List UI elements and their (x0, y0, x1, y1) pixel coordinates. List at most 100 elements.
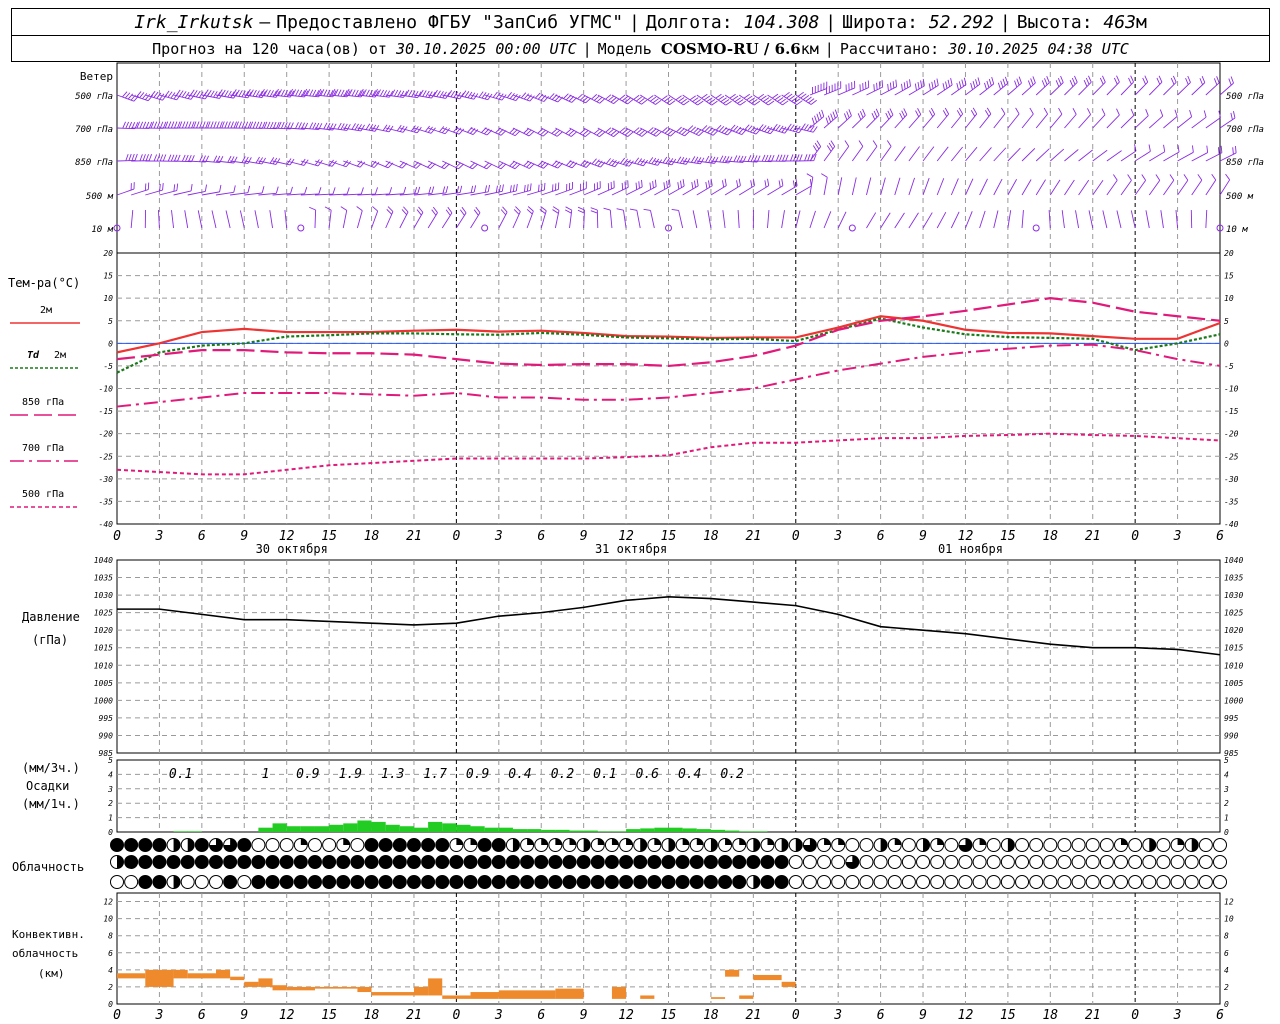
wind-barb (184, 210, 189, 229)
wind-barb-feather (1057, 78, 1062, 85)
cloud-cover-symbol (534, 875, 549, 889)
wind-barb-feather (167, 91, 173, 98)
wind-barb-staff (993, 210, 999, 229)
cloud-cover-symbol (1057, 875, 1072, 889)
cloud-cover-symbol (887, 855, 902, 869)
wind-barb-feather (318, 187, 322, 195)
cloud-cover-symbol (972, 838, 987, 852)
cloud-cover-circle (802, 875, 817, 889)
temperature-ytick-left: 15 (103, 272, 113, 281)
cloud-cover-circle (1198, 875, 1213, 889)
wind-barb-feather (661, 95, 668, 101)
precipitation-ytick-right: 3 (1223, 785, 1229, 794)
cloud-cover-symbol (223, 855, 238, 869)
wind-barb-feather (337, 122, 342, 130)
wind-barb-feather (1032, 76, 1036, 84)
wind-barb-feather (950, 78, 953, 86)
wind-barb-feather (778, 180, 781, 188)
pressure-ytick-right: 1020 (1224, 626, 1243, 635)
cloud-cover-symbol (491, 838, 506, 852)
convective-xtick: 6 (537, 1008, 545, 1023)
precip-bar (258, 827, 273, 832)
wind-barb-feather (635, 182, 638, 190)
cloud-cover-full (237, 855, 251, 869)
pressure-ytick-left: 1015 (94, 644, 113, 653)
cloud-cover-quarter (1177, 838, 1185, 845)
wind-barb (1134, 75, 1149, 96)
cloud-cover-symbol (831, 855, 846, 869)
wind-barb-feather (1177, 145, 1180, 153)
cloud-cover-circle (208, 875, 223, 889)
convective-xtick: 9 (919, 1008, 927, 1023)
wind-barb (1106, 174, 1118, 196)
wind-barb-feather (821, 109, 825, 117)
cloudiness-title: Облачность (12, 860, 84, 874)
cloud-cover-symbol (1170, 875, 1185, 889)
cloud-cover-half (117, 855, 124, 869)
wind-barb-feather (244, 121, 249, 129)
wind-barb (1120, 75, 1134, 96)
wind-barb-feather (1228, 78, 1232, 86)
cloud-cover-symbol (449, 855, 464, 869)
wind-barb-feather (1144, 75, 1149, 83)
cloud-cover-symbol (1000, 838, 1015, 852)
wind-barb-feather (958, 81, 962, 89)
wind-barb-feather (768, 100, 775, 106)
temperature-ytick-left: -40 (99, 520, 114, 529)
wind-barb (979, 107, 992, 129)
wind-barb-feather (1232, 147, 1234, 155)
wind-calm-marker (848, 224, 856, 232)
wind-barb (1048, 210, 1051, 229)
convective-ytick-left: 10 (103, 915, 113, 924)
wind-barb (837, 140, 850, 162)
wind-barb (498, 183, 518, 196)
cloud-cover-symbol (661, 855, 676, 869)
convective-xtick: 18 (703, 1008, 719, 1023)
wind-barb (456, 90, 479, 100)
wind-barb-feather (1001, 107, 1006, 115)
wind-barb-feather (903, 82, 906, 90)
wind-barb-feather (1158, 75, 1163, 83)
pressure-ytick-right: 1015 (1224, 644, 1243, 653)
cloud-cover-symbol (703, 875, 718, 889)
wind-barb-feather (224, 90, 229, 97)
wind-barb-staff (1130, 210, 1136, 229)
cloud-cover-full (676, 875, 690, 889)
wind-barb-staff (823, 177, 828, 196)
wind-barb (629, 208, 641, 229)
precip-bar (527, 829, 542, 832)
pressure-ytick-right: 1030 (1224, 591, 1243, 600)
temperature-ytick-right: 0 (1224, 339, 1229, 348)
cloud-cover-symbol (1156, 838, 1171, 852)
cloud-cover-full (506, 875, 520, 889)
wind-barb (880, 79, 898, 96)
wind-barb-feather (219, 184, 222, 192)
wind-barb (526, 206, 534, 229)
cloud-cover-symbol (548, 838, 563, 852)
cloud-cover-full (421, 855, 435, 869)
wind-barb (1106, 108, 1120, 129)
temperature-ytick-right: -25 (1224, 452, 1239, 461)
wind-barb (806, 173, 814, 196)
wind-barb (837, 177, 843, 196)
cloud-cover-circle (986, 855, 1001, 869)
cloud-cover-quarter (682, 838, 690, 845)
cloud-cover-symbol (1071, 875, 1086, 889)
wind-barb-feather (790, 154, 794, 162)
cloud-cover-symbol (336, 875, 351, 889)
cloud-cover-circle (1043, 838, 1058, 852)
wind-barb-feather (509, 92, 515, 99)
wind-barb-staff (1205, 209, 1208, 229)
cloud-cover-circle (788, 855, 803, 869)
wind-barb-feather (244, 156, 249, 164)
wind-barb-feather (365, 123, 371, 130)
wind-barb-feather (917, 81, 920, 90)
cloud-cover-symbol (307, 838, 322, 852)
wind-barb (616, 208, 627, 229)
wind-barb-feather (1130, 108, 1135, 116)
date-label: 01 ноября (938, 542, 1003, 556)
wind-barb-feather (762, 97, 770, 102)
precipitation-ytick-left: 5 (108, 756, 113, 765)
cloud-cover-circle (237, 875, 252, 889)
wind-level-left: 10 м (91, 225, 113, 235)
